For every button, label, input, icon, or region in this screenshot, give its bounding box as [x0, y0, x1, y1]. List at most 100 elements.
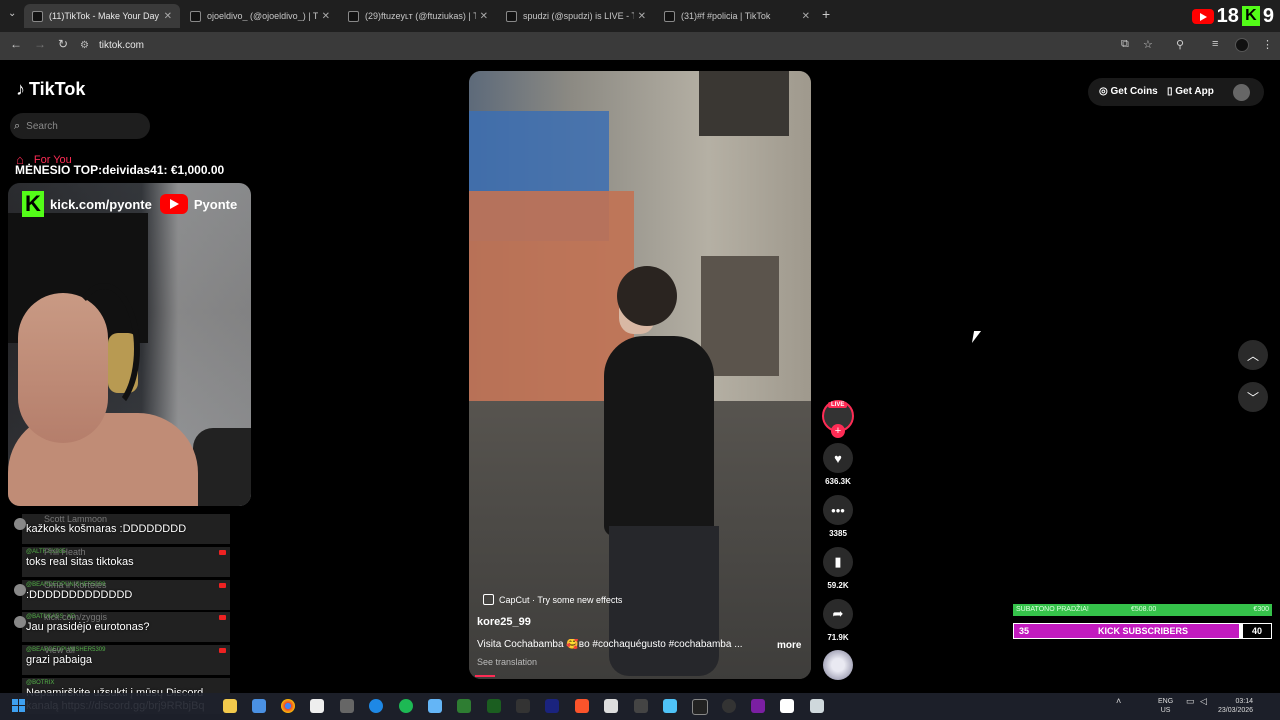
- effect-label-text: CapCut · Try some new effects: [499, 594, 623, 605]
- share-count: 71.9K: [827, 633, 849, 642]
- tray-overflow-icon[interactable]: ˄: [1116, 697, 1121, 706]
- premiere-icon[interactable]: [545, 699, 559, 713]
- close-tab-icon[interactable]: ✕: [638, 11, 646, 22]
- bookmark-icon[interactable]: ▮: [823, 547, 853, 577]
- stream-overlay-badge: 18 K 9: [1191, 3, 1274, 29]
- user-avatar[interactable]: [1233, 84, 1250, 101]
- tab-ojoeldivo[interactable]: ojoeldivo_ (@ojoeldivo_) | TikTo ✕: [182, 4, 338, 28]
- install-app-icon[interactable]: ⧉: [1121, 38, 1129, 51]
- save-action[interactable]: ▮ 59.2K: [822, 547, 854, 590]
- chat-badge-icon: [219, 582, 226, 588]
- language-indicator[interactable]: ENG US: [1158, 697, 1173, 715]
- url-field[interactable]: ⚙ tiktok.com: [80, 35, 1140, 55]
- get-app-button[interactable]: ▯ Get App: [1167, 86, 1214, 97]
- follow-plus-button[interactable]: +: [831, 424, 845, 438]
- ghost-avatar: [14, 518, 26, 530]
- photos-icon[interactable]: [428, 699, 442, 713]
- subathon-amount: €508.00: [1131, 606, 1157, 613]
- app-icon[interactable]: [634, 699, 648, 713]
- tiktok-favicon-icon: [348, 10, 359, 22]
- video-progress-bar[interactable]: [475, 675, 495, 677]
- bookmark-star-icon[interactable]: ☆: [1143, 38, 1153, 51]
- chat-message: @BEARDEDPUNISHER5309 View all grazi paba…: [14, 645, 230, 678]
- app-icon[interactable]: [810, 699, 824, 713]
- tiktok-favicon-icon: [32, 10, 43, 22]
- clock-time: 03:14: [1235, 698, 1254, 705]
- comment-count: 3385: [829, 529, 847, 538]
- tiktok-wordmark: TikTok: [29, 79, 86, 99]
- app-icon[interactable]: [780, 699, 794, 713]
- tiktok-logo[interactable]: ♪ TikTok: [16, 79, 85, 100]
- like-action[interactable]: ♥ 636.3K: [822, 443, 854, 486]
- browser-menu-icon[interactable]: ⋮: [1262, 38, 1273, 51]
- app-icon[interactable]: [340, 699, 354, 713]
- tab-spudzi-live[interactable]: spudzi (@spudzi) is LIVE - TikTo ✕: [498, 4, 654, 28]
- system-clock[interactable]: 03:14 23/03/2026: [1218, 697, 1253, 715]
- chat-badge-icon: [219, 549, 226, 555]
- clock-date: 23/03/2026: [1218, 707, 1254, 714]
- video-author[interactable]: kore25_99: [477, 616, 531, 628]
- app-icon[interactable]: [487, 699, 501, 713]
- volume-icon[interactable]: ◁: [1200, 697, 1207, 706]
- brave-icon[interactable]: [575, 699, 589, 713]
- app-icon[interactable]: [457, 699, 471, 713]
- webcam-chair: [193, 428, 251, 506]
- tab-title: ojoeldivo_ (@ojoeldivo_) | TikTo: [207, 11, 318, 21]
- subscribers-target: 40: [1243, 624, 1271, 638]
- app-icon[interactable]: [516, 699, 530, 713]
- close-tab-icon[interactable]: ✕: [322, 11, 330, 22]
- app-icon[interactable]: [751, 699, 765, 713]
- reload-icon[interactable]: ↻: [58, 37, 68, 51]
- close-tab-icon[interactable]: ✕: [164, 11, 172, 22]
- close-tab-icon[interactable]: ✕: [802, 11, 810, 22]
- media-controls-icon[interactable]: ≡: [1212, 38, 1218, 50]
- tiktok-favicon-icon: [190, 10, 201, 22]
- notes-icon[interactable]: [663, 699, 677, 713]
- tab-ftuziukas[interactable]: (29)ftuzeyʟт (@ftuziukas) | TikTo ✕: [340, 4, 496, 28]
- tiktok-note-icon: ♪: [16, 79, 25, 99]
- app-icon[interactable]: [722, 699, 736, 713]
- top-donor-banner: MĖNESIO TOP:deividas41: €1,000.00: [15, 163, 225, 177]
- heart-icon[interactable]: ♥: [823, 443, 853, 473]
- see-translation-link[interactable]: See translation: [477, 657, 537, 667]
- effect-label[interactable]: CapCut · Try some new effects: [483, 594, 622, 605]
- forward-icon[interactable]: →: [34, 37, 46, 51]
- new-tab-button[interactable]: +: [822, 6, 830, 22]
- terminal-icon[interactable]: [692, 699, 708, 715]
- tab-list-chevron-icon[interactable]: ⌄: [8, 8, 16, 19]
- share-action[interactable]: ➦ 71.9K: [822, 599, 854, 642]
- close-tab-icon[interactable]: ✕: [480, 11, 488, 22]
- next-video-button[interactable]: ﹀: [1238, 382, 1268, 412]
- back-icon[interactable]: ←: [10, 37, 22, 51]
- kick-url: kick.com/pyonte: [50, 196, 152, 212]
- tab-title: (31)#f #policia | TikTok: [681, 11, 771, 21]
- site-info-icon[interactable]: ⚙: [80, 40, 89, 51]
- share-icon[interactable]: ➦: [823, 599, 853, 629]
- youtube-icon: [1191, 8, 1214, 24]
- browser-profile-avatar[interactable]: [1235, 38, 1249, 52]
- tab-policia[interactable]: (31)#f #policia | TikTok ✕: [656, 4, 818, 28]
- network-icon[interactable]: ▭: [1186, 697, 1195, 706]
- edge-icon[interactable]: [369, 699, 383, 713]
- comment-icon[interactable]: •••: [823, 495, 853, 525]
- store-icon[interactable]: [252, 699, 266, 713]
- video-frame-pants: [609, 526, 719, 676]
- previous-video-button[interactable]: ︿: [1238, 340, 1268, 370]
- subathon-label: SUBATONO PRADŽIA!: [1016, 606, 1089, 613]
- search-input[interactable]: ⌕ Search: [10, 113, 150, 139]
- music-disc-icon[interactable]: [823, 650, 853, 680]
- spotify-icon[interactable]: [399, 699, 413, 713]
- comment-action[interactable]: ••• 3385: [822, 495, 854, 538]
- chrome-icon[interactable]: [281, 699, 295, 713]
- region-code: US: [1160, 707, 1171, 714]
- video-player[interactable]: CapCut · Try some new effects kore25_99 …: [469, 71, 811, 679]
- tab-tiktok-home[interactable]: (11)TikTok - Make Your Day ✕: [24, 4, 180, 28]
- get-coins-button[interactable]: ◎ Get Coins: [1099, 86, 1158, 97]
- file-explorer-icon[interactable]: [223, 699, 237, 713]
- app-icon[interactable]: [310, 699, 324, 713]
- webcam-headset: [68, 283, 140, 415]
- windows-start-icon[interactable]: [12, 699, 25, 712]
- description-more-button[interactable]: more: [777, 640, 801, 651]
- app-icon[interactable]: [604, 699, 618, 713]
- extensions-icon[interactable]: ⚲: [1176, 38, 1184, 51]
